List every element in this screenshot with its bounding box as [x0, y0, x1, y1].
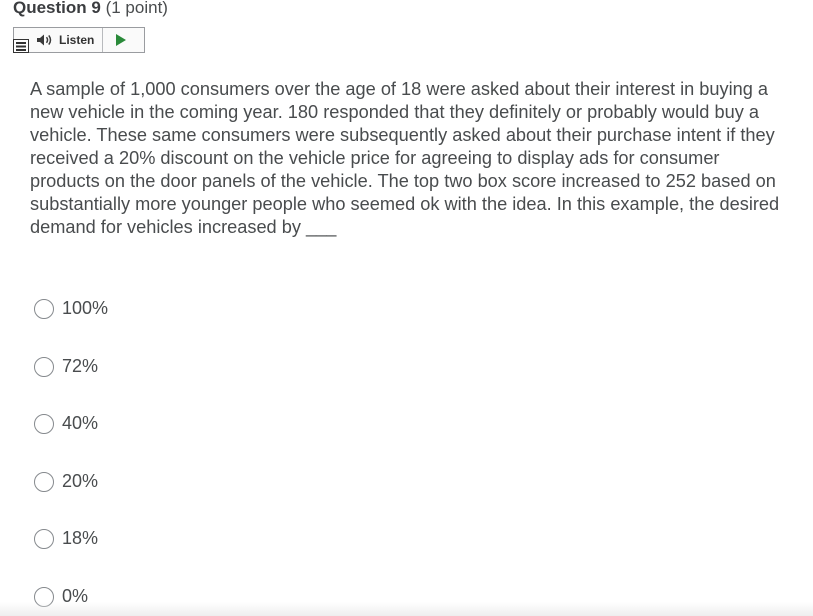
play-button[interactable]: [103, 28, 139, 52]
radio-button[interactable]: [34, 356, 54, 377]
listen-widget: Listen: [13, 27, 145, 53]
option-label: 72%: [62, 356, 99, 376]
option-label: 100%: [62, 298, 109, 318]
bottom-edge-shadow: [0, 602, 813, 616]
option-20[interactable]: 20%: [34, 471, 98, 492]
option-label: 20%: [62, 471, 99, 491]
option-18[interactable]: 18%: [34, 528, 98, 549]
question-points: (1 point): [105, 0, 168, 17]
option-label: 40%: [62, 413, 99, 433]
option-label: 18%: [62, 528, 99, 548]
radio-button[interactable]: [34, 528, 54, 549]
listen-label: Listen: [59, 33, 95, 47]
option-40[interactable]: 40%: [34, 413, 98, 434]
question-title: Question 9: [13, 0, 101, 17]
radio-button[interactable]: [34, 413, 54, 434]
speaker-icon: [37, 34, 52, 46]
radio-button[interactable]: [34, 471, 54, 492]
option-100[interactable]: 100%: [34, 298, 108, 319]
question-header: Question 9 (1 point): [13, 0, 168, 19]
play-icon: [116, 34, 127, 46]
option-72[interactable]: 72%: [34, 356, 98, 377]
question-body: A sample of 1,000 consumers over the age…: [30, 79, 780, 237]
radio-button[interactable]: [34, 298, 54, 319]
menu-icon[interactable]: [13, 39, 29, 53]
